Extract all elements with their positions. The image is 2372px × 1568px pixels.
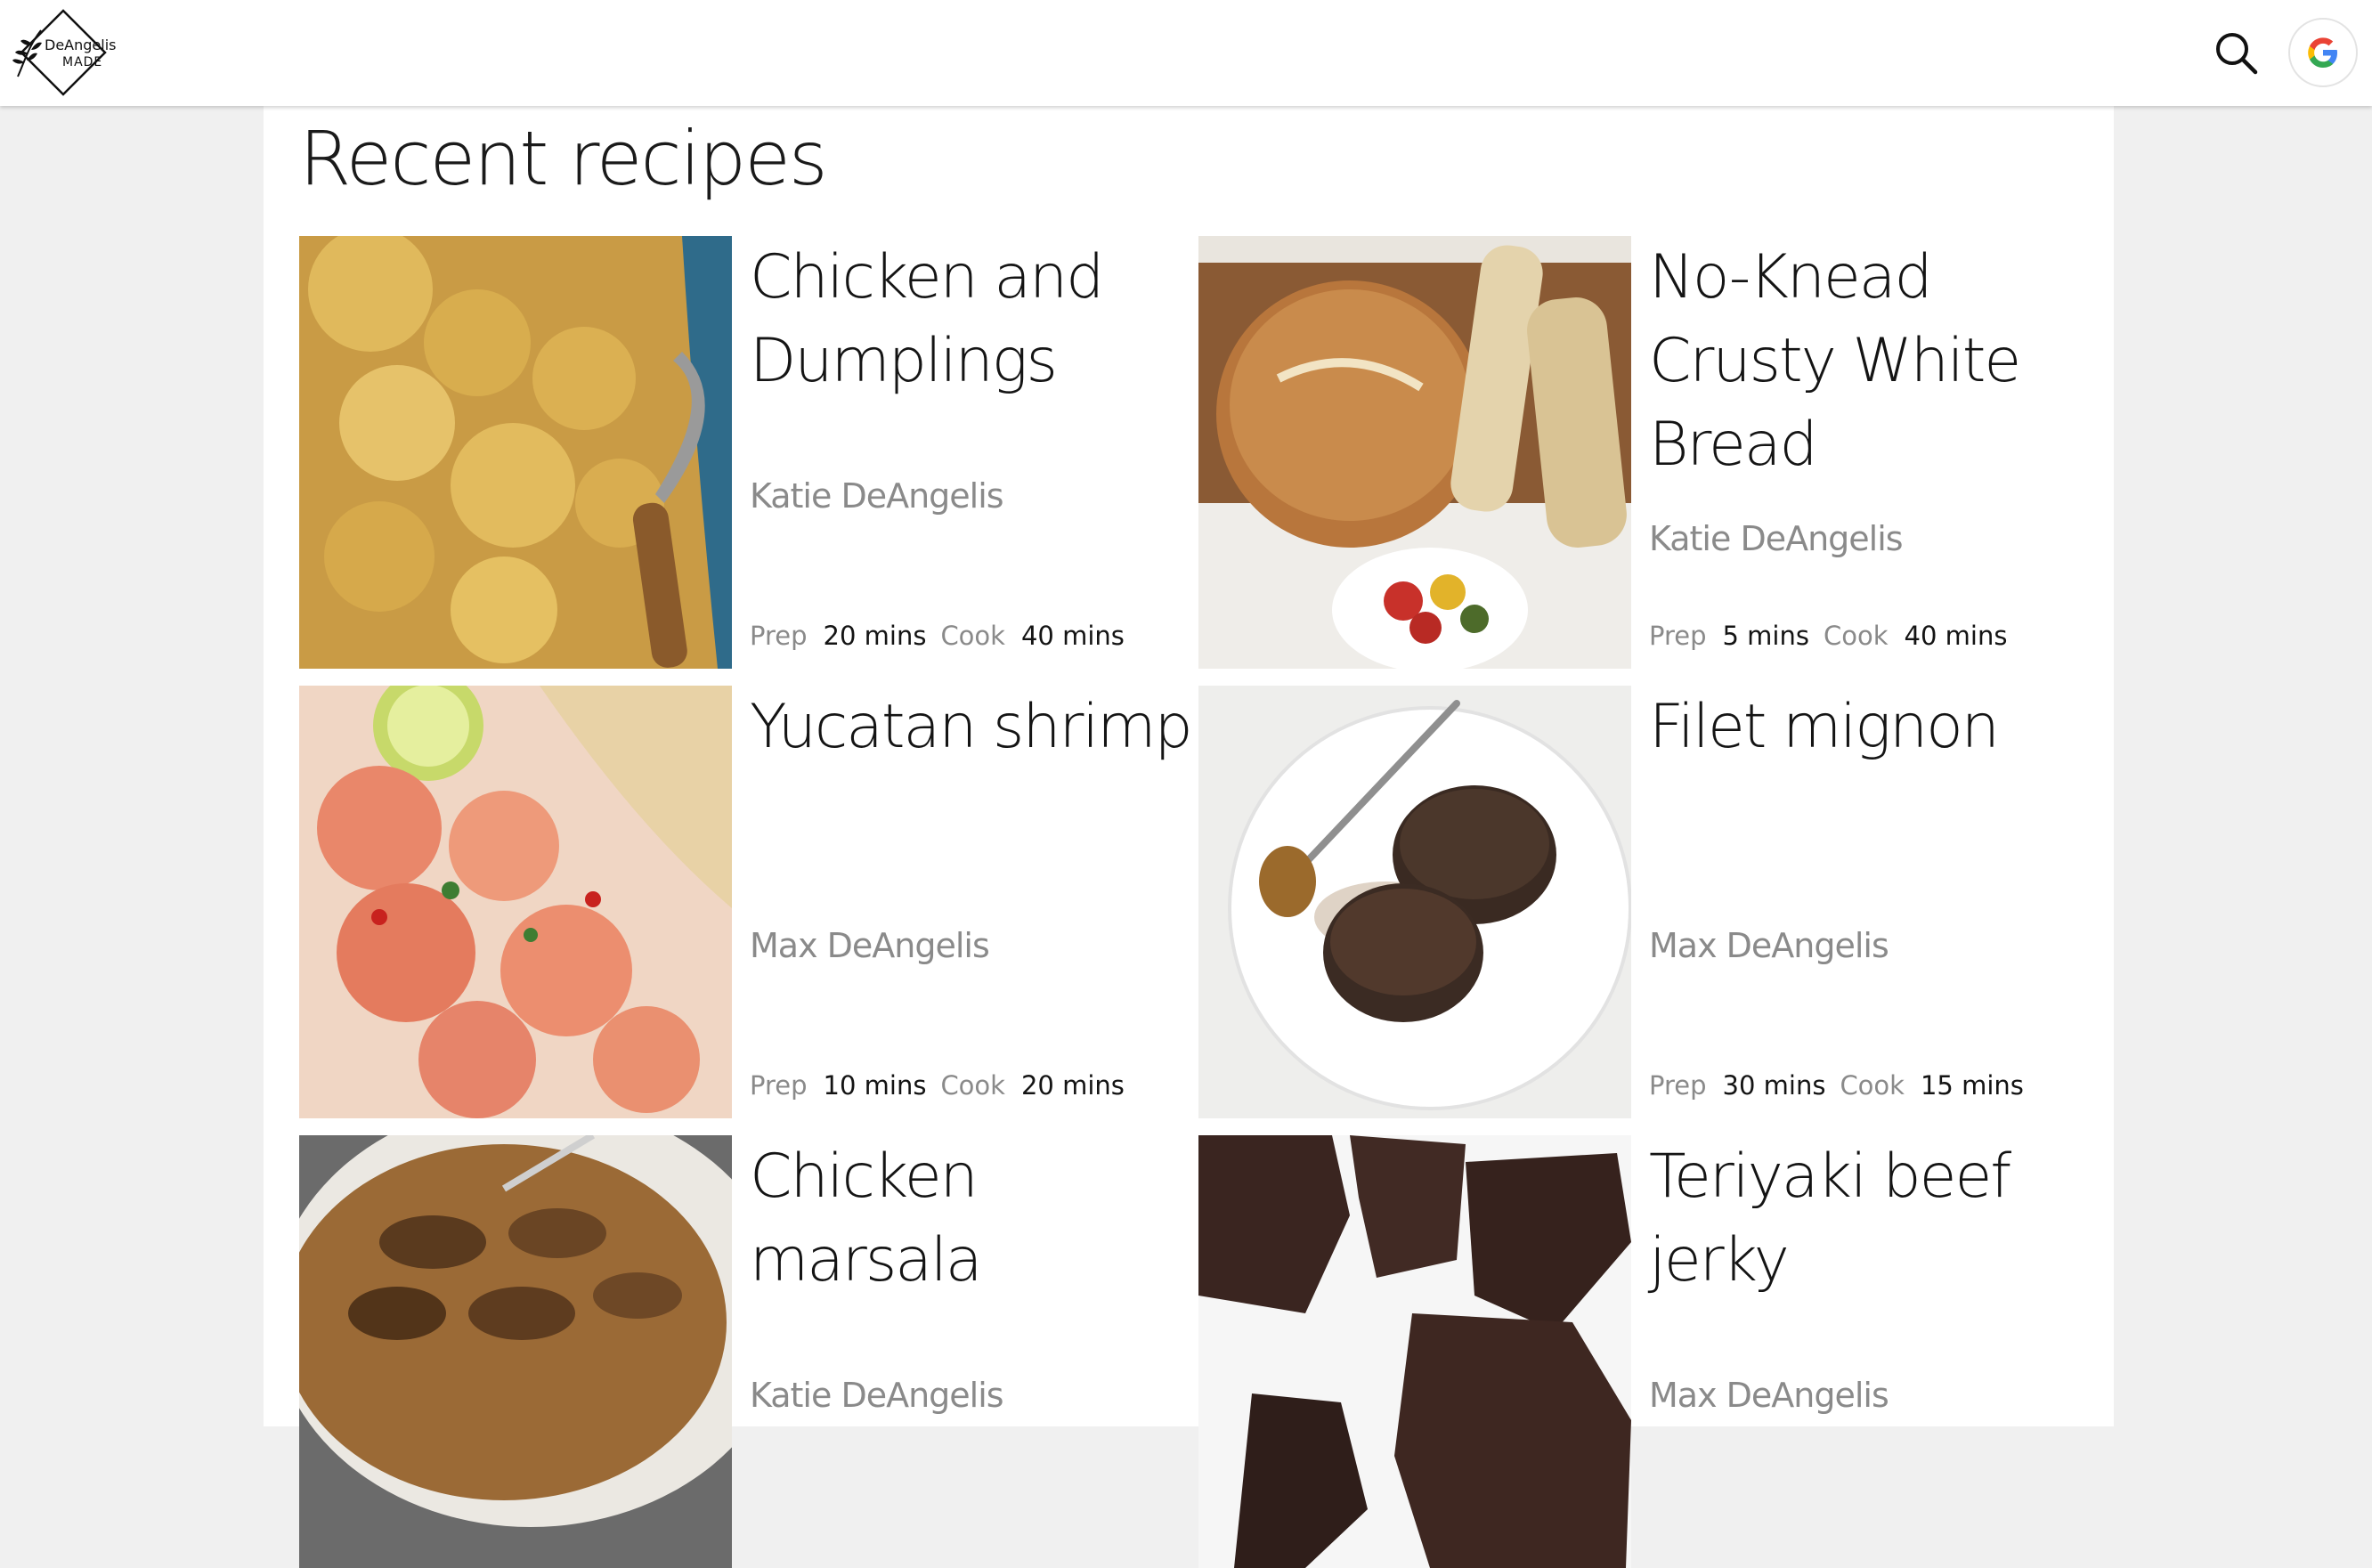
top-app-bar: DeAngelis MADE <box>0 0 2372 106</box>
recipe-title[interactable]: Chicken marsala <box>750 1135 1195 1303</box>
recipe-title[interactable]: No-Knead Crusty White Bread <box>1649 236 2094 487</box>
recipe-card-chicken-marsala[interactable]: Chicken marsala Katie DeAngelis <box>299 1135 1190 1568</box>
recipe-image[interactable] <box>1198 236 1631 669</box>
prep-label: Prep <box>1649 621 1707 651</box>
search-button[interactable] <box>2208 25 2265 82</box>
logo-text-line1: DeAngelis <box>45 37 117 53</box>
recipe-times: Prep 20 mins Cook 40 mins <box>750 621 1139 651</box>
recipe-author: Max DeAngelis <box>1649 1376 1889 1415</box>
recipe-author: Max DeAngelis <box>1649 926 1889 965</box>
recipe-image[interactable] <box>1198 1135 1631 1568</box>
recipe-author: Katie DeAngelis <box>750 1376 1004 1415</box>
cook-time: 15 mins <box>1920 1070 2024 1101</box>
recipe-times: Prep 30 mins Cook 15 mins <box>1649 1070 2038 1101</box>
recipe-title[interactable]: Chicken and Dumplings <box>750 236 1195 403</box>
recipe-image[interactable] <box>299 686 732 1118</box>
prep-label: Prep <box>750 1070 808 1101</box>
deangelis-made-logo[interactable]: DeAngelis MADE <box>5 7 121 98</box>
recipe-card-teriyaki-beef-jerky[interactable]: Teriyaki beef jerky Max DeAngelis <box>1198 1135 2089 1568</box>
recipe-image[interactable] <box>299 236 732 669</box>
google-icon <box>2308 37 2337 68</box>
recipe-author: Katie DeAngelis <box>1649 519 1904 558</box>
cook-time: 40 mins <box>1904 621 2008 651</box>
cook-time: 20 mins <box>1020 1070 1125 1101</box>
cook-time: 40 mins <box>1020 621 1125 651</box>
main-content: Recent recipes Chicken and Dumplings Kat… <box>264 106 2114 1568</box>
recipe-author: Max DeAngelis <box>750 926 990 965</box>
recipe-card-yucatan-shrimp[interactable]: Yucatan shrimp Max DeAngelis Prep 10 mins… <box>299 686 1193 1118</box>
recipe-times: Prep 5 mins Cook 40 mins <box>1649 621 2021 651</box>
prep-time: 20 mins <box>823 621 927 651</box>
prep-label: Prep <box>1649 1070 1707 1101</box>
recipe-times: Prep 10 mins Cook 20 mins <box>750 1070 1139 1101</box>
logo-text-line2: MADE <box>62 55 103 69</box>
prep-time: 10 mins <box>823 1070 927 1101</box>
prep-label: Prep <box>750 621 808 651</box>
recipe-card-chicken-and-dumplings[interactable]: Chicken and Dumplings Katie DeAngelis Pr… <box>299 236 1190 669</box>
recipe-card-no-knead-bread[interactable]: No-Knead Crusty White Bread Katie DeAnge… <box>1198 236 2089 669</box>
recipe-title[interactable]: Teriyaki beef jerky <box>1649 1135 2094 1303</box>
page-title: Recent recipes <box>299 115 828 202</box>
recipe-card-filet-mignon[interactable]: Filet mignon Max DeAngelis Prep 30 mins Co… <box>1198 686 2089 1118</box>
cook-label: Cook <box>1823 621 1889 651</box>
recipe-title[interactable]: Yucatan shrimp <box>750 686 1195 769</box>
recipe-image[interactable] <box>299 1135 732 1568</box>
recipe-title[interactable]: Filet mignon <box>1649 686 2094 769</box>
recipe-image[interactable] <box>1198 686 1631 1118</box>
cook-label: Cook <box>940 621 1005 651</box>
google-sign-in-button[interactable] <box>2288 18 2358 87</box>
prep-time: 30 mins <box>1722 1070 1826 1101</box>
recipe-author: Katie DeAngelis <box>750 476 1004 516</box>
cook-label: Cook <box>940 1070 1005 1101</box>
search-icon <box>2216 33 2258 75</box>
prep-time: 5 mins <box>1722 621 1809 651</box>
cook-label: Cook <box>1840 1070 1905 1101</box>
